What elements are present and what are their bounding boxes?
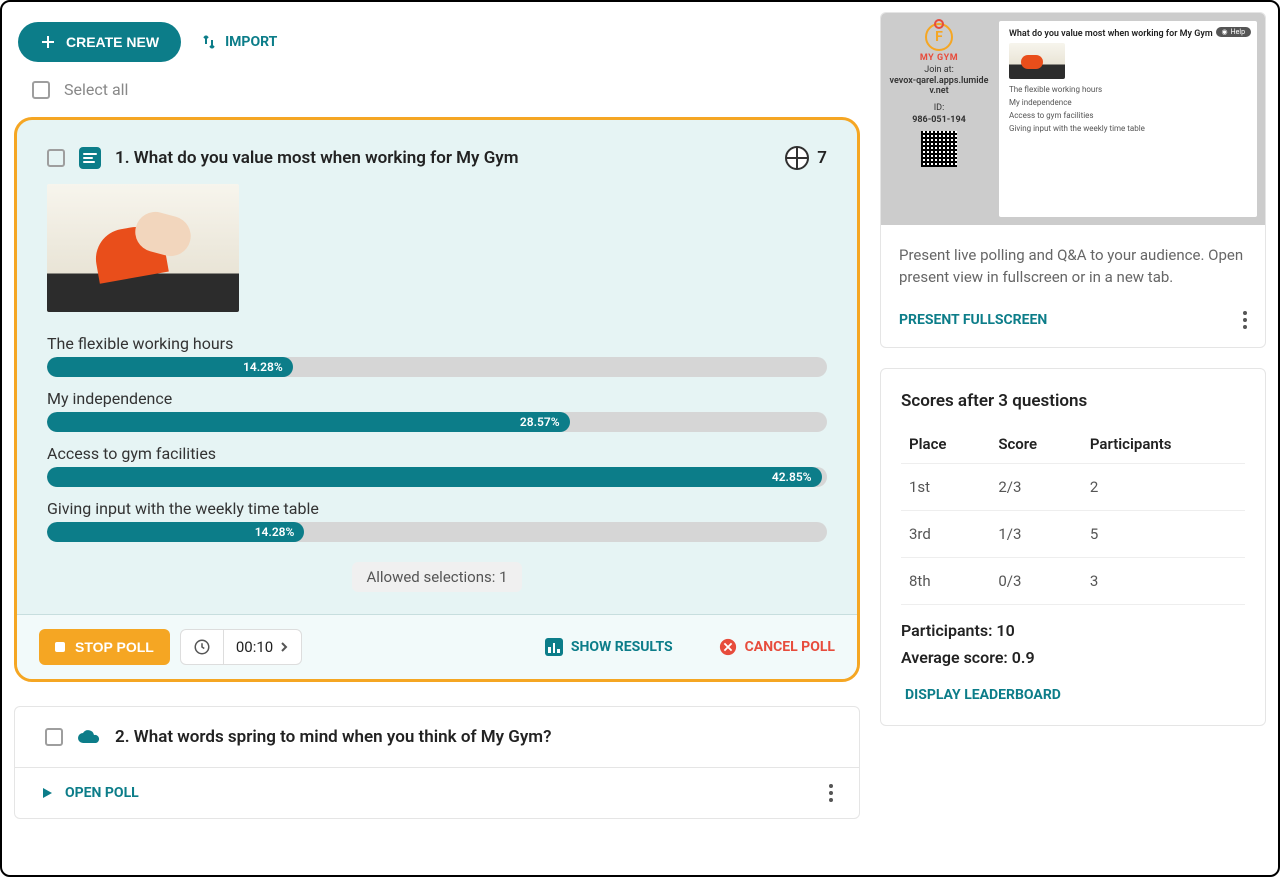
join-url: vevox-qarel.apps.lumidev.net [889,77,989,97]
mini-row: The flexible working hours [1009,85,1247,94]
import-label: IMPORT [225,34,277,50]
col-participants: Participants [1082,425,1245,464]
option-bar: 28.57% [47,412,827,432]
scores-table: Place Score Participants 1st2/32 3rd1/35… [901,425,1245,605]
table-row: 8th0/33 [901,557,1245,604]
mini-row: Access to gym facilities [1009,111,1247,120]
wordcloud-icon [77,727,101,747]
option-bar-fill: 42.85% [47,467,822,487]
brand-name: MY GYM [920,53,958,63]
poll-title: 1. What do you value most when working f… [115,148,771,168]
option-label: My independence [47,389,827,408]
toolbar: CREATE NEW IMPORT [14,12,860,80]
plus-icon [40,34,56,50]
timer-control[interactable]: 00:10 [180,629,302,665]
poll-card-inactive: 2. What words spring to mind when you th… [14,706,860,819]
mini-slide: ◉ Help What do you value most when worki… [999,21,1257,217]
mini-slide-image [1009,43,1065,79]
import-icon [201,34,217,50]
bar-chart-icon [545,638,563,656]
session-id: 986-051-194 [912,115,966,125]
average-score: Average score: 0.9 [901,648,1245,667]
stop-icon [55,642,65,652]
join-info-panel: F MY GYM Join at: vevox-qarel.apps.lumid… [889,21,989,217]
poll-footer: STOP POLL 00:10 SHOW RESULTS [17,614,857,679]
import-link[interactable]: IMPORT [201,34,277,50]
help-badge: ◉ Help [1216,27,1251,37]
brand-logo-icon: F [925,23,953,51]
table-row: 3rd1/35 [901,510,1245,557]
mini-row: Giving input with the weekly time table [1009,124,1247,133]
option-bar: 14.28% [47,522,827,542]
preview-description: Present live polling and Q&A to your aud… [881,225,1265,299]
option-label: Access to gym facilities [47,444,827,463]
option-label: Giving input with the weekly time table [47,499,827,518]
create-new-label: CREATE NEW [66,34,159,50]
wheel-icon [785,146,809,170]
poll-type-icon [79,147,101,169]
poll-option: Giving input with the weekly time table … [47,499,827,542]
response-count-badge: 7 [785,146,827,170]
join-at-label: Join at: [924,65,954,75]
preview-thumbnail[interactable]: F MY GYM Join at: vevox-qarel.apps.lumid… [881,13,1265,225]
table-row: 1st2/32 [901,463,1245,510]
qr-code [921,131,957,167]
poll-checkbox[interactable] [45,728,63,746]
poll-menu-button[interactable] [829,784,833,802]
open-poll-button[interactable]: OPEN POLL [41,785,139,801]
poll-checkbox[interactable] [47,149,65,167]
col-score: Score [990,425,1082,464]
poll-option: My independence 28.57% [47,389,827,432]
select-all-checkbox[interactable] [32,81,50,99]
col-place: Place [901,425,990,464]
mini-slide-title: What do you value most when working for … [1009,29,1247,39]
poll-title: 2. What words spring to mind when you th… [115,727,829,747]
play-icon [41,787,53,799]
poll-card-active: 1. What do you value most when working f… [14,117,860,682]
participants-total: Participants: 10 [901,621,1245,640]
option-label: The flexible working hours [47,334,827,353]
preview-menu-button[interactable] [1243,311,1247,329]
scores-title: Scores after 3 questions [901,391,1245,411]
cancel-poll-button[interactable]: CANCEL POLL [719,638,835,656]
display-leaderboard-button[interactable]: DISPLAY LEADERBOARD [901,687,1245,703]
select-all-row: Select all [14,80,860,117]
session-id-label: ID: [934,103,945,113]
response-count: 7 [817,148,827,168]
stop-poll-button[interactable]: STOP POLL [39,629,170,665]
option-bar: 14.28% [47,357,827,377]
preview-card: F MY GYM Join at: vevox-qarel.apps.lumid… [880,12,1266,348]
poll-option: Access to gym facilities 42.85% [47,444,827,487]
show-results-button[interactable]: SHOW RESULTS [545,638,673,656]
cancel-icon [719,638,737,656]
create-new-button[interactable]: CREATE NEW [18,22,181,62]
poll-option: The flexible working hours 14.28% [47,334,827,377]
chevron-right-icon [279,642,289,652]
clock-icon [181,630,224,664]
select-all-label: Select all [64,80,128,99]
mini-row: My independence [1009,98,1247,107]
option-bar: 42.85% [47,467,827,487]
allowed-selections-pill: Allowed selections: 1 [352,562,521,592]
option-bar-fill: 14.28% [47,357,293,377]
poll-image [47,184,239,312]
scores-card: Scores after 3 questions Place Score Par… [880,368,1266,726]
present-fullscreen-button[interactable]: PRESENT FULLSCREEN [899,312,1047,328]
option-bar-fill: 28.57% [47,412,570,432]
option-bar-fill: 14.28% [47,522,304,542]
timer-value[interactable]: 00:10 [224,630,301,664]
poll-options: The flexible working hours 14.28% My ind… [47,334,827,542]
